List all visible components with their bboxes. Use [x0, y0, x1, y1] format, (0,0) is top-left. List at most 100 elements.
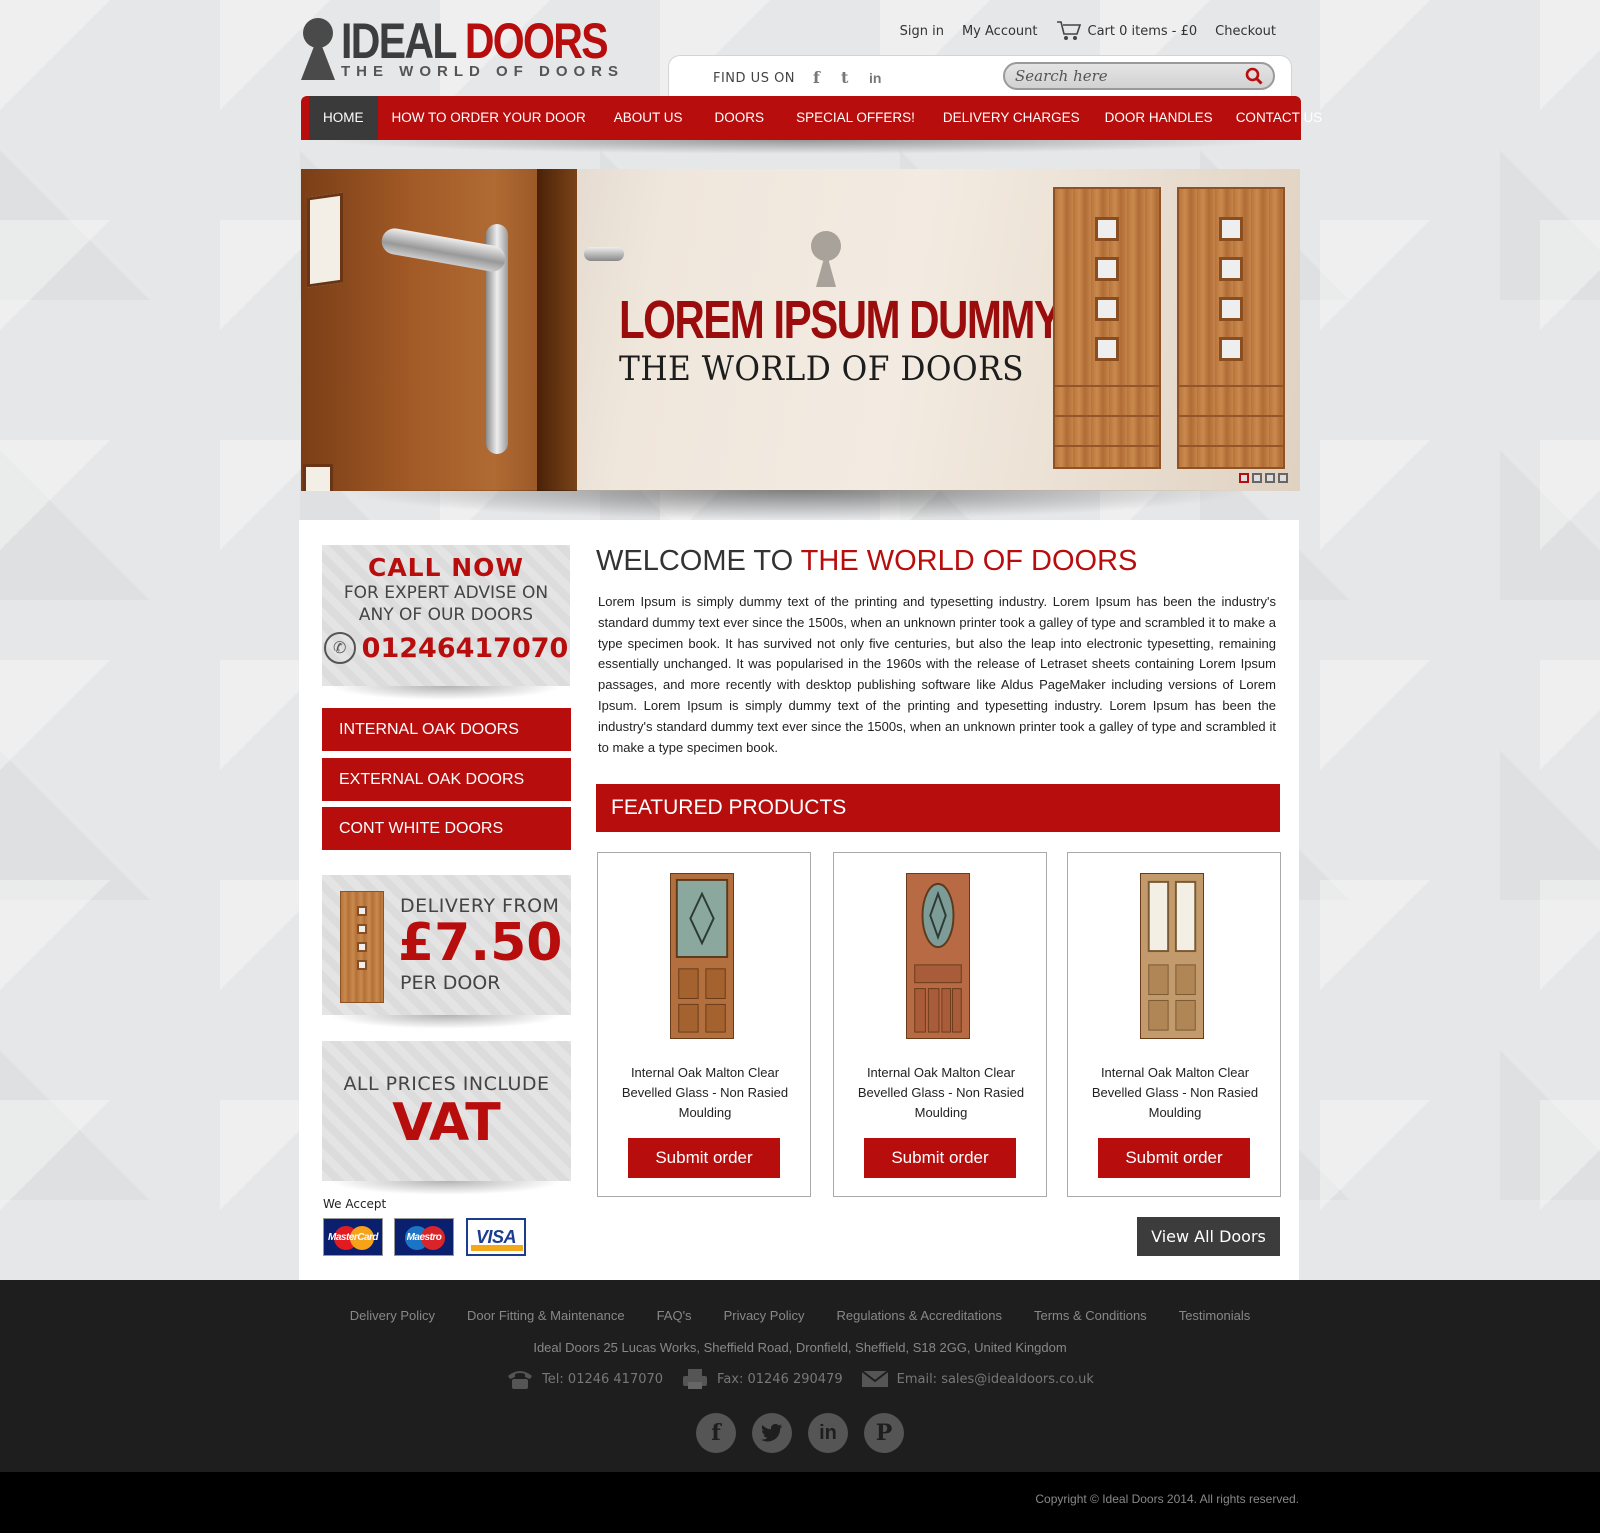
submit-order-button[interactable]: Submit order: [864, 1138, 1016, 1178]
maestro-label: Maestro: [406, 1231, 442, 1243]
call-title: CALL NOW: [367, 553, 524, 582]
category-internal-oak[interactable]: INTERNAL OAK DOORS: [322, 708, 571, 751]
welcome-plain: WELCOME TO: [596, 545, 801, 577]
phone-number: 01246417070: [361, 632, 569, 664]
submit-order-button[interactable]: Submit order: [1098, 1138, 1250, 1178]
cart-link[interactable]: Cart 0 items - £0: [1056, 20, 1198, 42]
box-shadow: [329, 1015, 563, 1029]
footer-link-regulations[interactable]: Regulations & Accreditations: [836, 1308, 1001, 1323]
nav-home[interactable]: HOME: [309, 96, 378, 140]
hero-door-photo: [301, 169, 577, 491]
hero-door-1: [1053, 187, 1161, 469]
vat-box: ALL PRICES INCLUDE VAT: [322, 1041, 571, 1181]
category-external-oak[interactable]: EXTERNAL OAK DOORS: [322, 758, 571, 801]
footer-link-door-fitting[interactable]: Door Fitting & Maintenance: [467, 1308, 625, 1323]
search-box: [1003, 62, 1275, 90]
footer-contacts: Tel: 01246 417070 Fax: 01246 290479 Emai…: [0, 1368, 1600, 1390]
view-all-doors-button[interactable]: View All Doors: [1137, 1217, 1280, 1256]
product-name[interactable]: Internal Oak Malton Clear Bevelled Glass…: [608, 1063, 802, 1123]
phone-icon: ✆: [323, 632, 356, 664]
nav-special-offers[interactable]: SPECIAL OFFERS!: [782, 96, 929, 140]
footer-fax-text: Fax: 01246 290479: [717, 1371, 843, 1387]
keyhole-logo-icon: [301, 18, 335, 80]
product-door-image: [670, 873, 734, 1039]
slider-dot[interactable]: [1239, 473, 1249, 483]
footer-link-terms[interactable]: Terms & Conditions: [1034, 1308, 1147, 1323]
vat-line-1: ALL PRICES INCLUDE: [343, 1073, 550, 1095]
find-us-bar: FIND US ON f t in: [668, 55, 1292, 98]
slider-dot[interactable]: [1265, 473, 1275, 483]
logo-title: IDEAL DOORS: [341, 12, 609, 70]
cart-icon: [1056, 21, 1081, 40]
welcome-text: Lorem Ipsum is simply dummy text of the …: [598, 594, 1276, 755]
footer-tel-text: Tel: 01246 417070: [542, 1371, 664, 1387]
nav-about-us[interactable]: ABOUT US: [600, 96, 697, 140]
logo-word-1: IDEAL: [341, 13, 457, 69]
linkedin-icon[interactable]: in: [869, 70, 881, 86]
footer-email[interactable]: Email: sales@idealdoors.co.uk: [860, 1368, 1094, 1390]
linkedin-circle-icon[interactable]: in: [808, 1413, 848, 1453]
pinterest-circle-icon[interactable]: P: [864, 1413, 904, 1453]
footer-address: Ideal Doors 25 Lucas Works, Sheffield Ro…: [533, 1340, 1067, 1355]
submit-order-button[interactable]: Submit order: [628, 1138, 780, 1178]
sign-in-link[interactable]: Sign in: [900, 24, 944, 39]
welcome-heading: WELCOME TO THE WORLD OF DOORS: [596, 545, 1137, 578]
slider-dot[interactable]: [1252, 473, 1262, 483]
envelope-icon: [860, 1370, 889, 1387]
slider-dot[interactable]: [1278, 473, 1288, 483]
delivery-box: DELIVERY FROM £7.50 PER DOOR: [322, 875, 571, 1015]
nav-shadow: [320, 140, 1280, 154]
box-shadow: [329, 686, 563, 700]
facebook-icon[interactable]: f: [813, 68, 820, 87]
search-input[interactable]: [1015, 66, 1235, 86]
hero-title: LOREM IPSUM DUMMY: [619, 290, 1062, 350]
fax-icon: [683, 1369, 708, 1389]
nav-door-handles[interactable]: DOOR HANDLES: [1094, 96, 1224, 140]
copyright-bar: Copyright © Ideal Doors 2014. All rights…: [0, 1472, 1600, 1533]
logo-word-2: DOORS: [464, 13, 609, 69]
we-accept-label: We Accept: [323, 1197, 387, 1211]
footer-link-delivery-policy[interactable]: Delivery Policy: [350, 1308, 435, 1323]
nav-delivery-charges[interactable]: DELIVERY CHARGES: [929, 96, 1094, 140]
product-name[interactable]: Internal Oak Malton Clear Bevelled Glass…: [1078, 1063, 1272, 1123]
product-card[interactable]: Internal Oak Malton Clear Bevelled Glass…: [833, 852, 1047, 1197]
my-account-link[interactable]: My Account: [962, 24, 1038, 39]
site-logo[interactable]: IDEAL DOORS THE WORLD OF DOORS: [301, 13, 618, 82]
footer-fax: Fax: 01246 290479: [681, 1368, 843, 1390]
call-line-1: FOR EXPERT ADVISE ON: [343, 583, 549, 603]
mastercard-label: MasterCard: [327, 1231, 379, 1243]
product-card[interactable]: Internal Oak Malton Clear Bevelled Glass…: [597, 852, 811, 1197]
category-cont-white[interactable]: CONT WHITE DOORS: [322, 807, 571, 850]
nav-contact-us[interactable]: CONTACT US: [1224, 96, 1335, 140]
call-phone[interactable]: ✆ 01246417070: [322, 632, 570, 664]
footer-link-privacy[interactable]: Privacy Policy: [724, 1308, 805, 1323]
nav-doors[interactable]: DOORS: [697, 96, 783, 140]
twitter-circle-icon[interactable]: [752, 1413, 792, 1453]
footer-link-faqs[interactable]: FAQ's: [657, 1308, 692, 1323]
footer-email-text: Email: sales@idealdoors.co.uk: [896, 1371, 1094, 1387]
hero-subtitle: THE WORLD OF DOORS: [619, 349, 1024, 389]
telephone-icon: [508, 1371, 533, 1389]
per-door-label: PER DOOR: [400, 972, 501, 994]
checkout-link[interactable]: Checkout: [1215, 24, 1276, 39]
twitter-icon[interactable]: t: [841, 68, 848, 87]
keyhole-icon: [811, 231, 841, 293]
footer-links: Delivery Policy Door Fitting & Maintenan…: [0, 1308, 1600, 1323]
product-door-image: [906, 873, 970, 1039]
door-handle-back: [584, 247, 624, 261]
cart-summary: Cart 0 items - £0: [1087, 23, 1198, 39]
box-shadow: [329, 1181, 563, 1195]
visa-icon: VISA: [466, 1218, 526, 1256]
footer-social: f in P: [0, 1413, 1600, 1453]
find-us-label: FIND US ON: [713, 71, 796, 86]
product-door-image: [1140, 873, 1204, 1039]
door-thumbnail: [340, 891, 384, 1003]
facebook-circle-icon[interactable]: f: [696, 1413, 736, 1453]
product-name[interactable]: Internal Oak Malton Clear Bevelled Glass…: [844, 1063, 1038, 1123]
footer-link-testimonials[interactable]: Testimonials: [1179, 1308, 1251, 1323]
product-card[interactable]: Internal Oak Malton Clear Bevelled Glass…: [1067, 852, 1281, 1197]
nav-how-to-order[interactable]: HOW TO ORDER YOUR DOOR: [378, 96, 600, 140]
search-icon[interactable]: [1245, 67, 1263, 85]
main-nav: HOME HOW TO ORDER YOUR DOOR ABOUT US DOO…: [301, 96, 1322, 140]
hero-slider[interactable]: LOREM IPSUM DUMMY THE WORLD OF DOORS: [301, 169, 1300, 491]
